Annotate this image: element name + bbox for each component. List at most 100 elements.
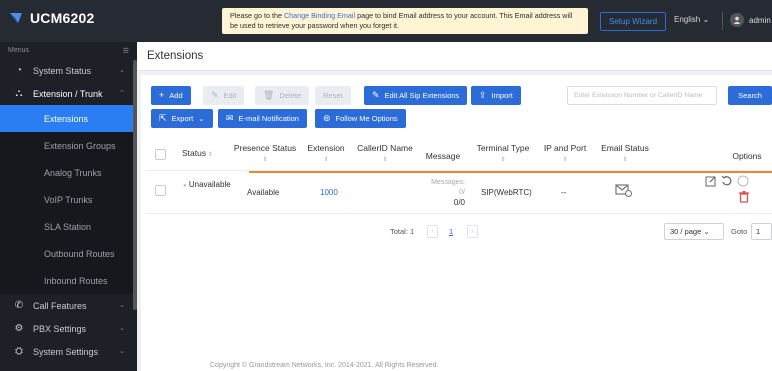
setup-wizard-button[interactable]: Setup Wizard [600, 12, 667, 31]
sort-icon: ⇕ [206, 152, 213, 158]
sidebar-subitem-inbound-routes[interactable]: Inbound Routes [0, 267, 137, 294]
add-button[interactable]: + Add [151, 86, 191, 105]
user-menu[interactable]: admin [730, 13, 771, 27]
sidebar-item-extension-trunk[interactable]: ⛬ Extension / Trunk ⌃ [0, 82, 137, 105]
total-count: Total: 1 [390, 227, 415, 236]
pagination: Total: 1 ‹ 1 › 30 / page ⌄ Goto 1 [141, 223, 772, 243]
chevron-down-icon: ⌄ [198, 114, 205, 123]
presence-status-cell: Available [247, 188, 280, 197]
edit-icon: ✎ [211, 90, 219, 100]
table-row: ● Unavailable Available 1000 Messages: 0… [145, 170, 772, 214]
column-header-terminal-type[interactable]: Terminal Type ⇕ [472, 143, 534, 166]
sidebar-subitem-sla-station[interactable]: SLA Station [0, 213, 137, 240]
export-icon: ⇱ [159, 113, 167, 123]
reset-row-icon[interactable] [721, 175, 733, 189]
column-header-ip-and-port[interactable]: IP and Port ⇕ [540, 143, 590, 166]
sort-icon: ⇕ [323, 157, 329, 163]
sidebar-item-label: Extension / Trunk [33, 88, 103, 99]
import-label: Import [491, 91, 513, 100]
export-button[interactable]: ⇱ Export ⌄ [151, 109, 213, 128]
grandstream-logo-icon [8, 10, 24, 26]
export-label: Export [171, 114, 194, 123]
column-header-status[interactable]: Status ⇕ [182, 148, 213, 161]
import-button[interactable]: ⇪ Import [471, 86, 521, 105]
dashboard-icon: ◔ [15, 65, 23, 76]
collapse-menu-icon[interactable]: ☰ [123, 47, 129, 59]
gear-icon: ⚙ [14, 323, 24, 334]
page-size-select[interactable]: 30 / page ⌄ [664, 223, 724, 240]
menus-label: Menus [8, 47, 30, 54]
column-label: Extension [307, 143, 345, 153]
next-page-icon[interactable]: › [467, 225, 478, 238]
extension-number-link[interactable]: 1000 [320, 188, 338, 197]
goto-page-input[interactable]: 1 [751, 223, 772, 240]
edit-all-sip-extensions-button[interactable]: ✎ Edit All Sip Extensions [364, 86, 468, 105]
language-label: English [674, 15, 701, 24]
terminal-type-cell: SIP(WebRTC) [481, 188, 532, 197]
follow-me-options-button[interactable]: ⊚ Follow Me Options [315, 109, 406, 128]
search-button[interactable]: Search [728, 86, 772, 105]
sidebar-subitem-voip-trunks[interactable]: VoIP Trunks [0, 186, 137, 213]
page-number-current[interactable]: 1 [449, 227, 453, 236]
email-notification-button[interactable]: ✉ E-mail Notification [218, 109, 307, 128]
column-header-email-status[interactable]: Email Status ⇕ [597, 143, 653, 166]
more-options-icon[interactable] [737, 175, 749, 189]
prev-page-icon[interactable]: ‹ [427, 225, 438, 238]
email-status-icon[interactable] [615, 183, 633, 199]
phone-icon: ✆ [14, 300, 24, 311]
table-header: Status ⇕ Presence Status ⇕ Extension ⇕ Cal… [145, 136, 772, 170]
sort-icon: ⇕ [500, 157, 506, 163]
edit-row-icon[interactable] [705, 175, 717, 189]
menus-header: Menus ☰ [0, 42, 137, 59]
language-select[interactable]: English ⌄ [674, 15, 709, 24]
notice-text-before: Please go to the [230, 11, 284, 20]
sidebar-subitem-analog-trunks[interactable]: Analog Trunks [0, 159, 137, 186]
sidebar-item-label: PBX Settings [33, 323, 87, 334]
sidebar-item-call-features[interactable]: ✆ Call Features ⌄ [0, 294, 137, 317]
search-input[interactable]: Enter Extension Number or CallerID Name [567, 86, 717, 105]
column-header-options: Options [732, 151, 762, 161]
chevron-down-icon: ⌄ [119, 67, 125, 74]
sort-icon: ⇕ [262, 157, 268, 163]
sort-icon: ⇕ [382, 157, 388, 163]
chevron-down-icon: ⌄ [119, 325, 125, 332]
follow-me-icon: ⊚ [323, 113, 331, 123]
sidebar-item-label: Call Features [33, 300, 87, 311]
message-value: 0/0 [453, 198, 465, 207]
chevron-down-icon: ⌄ [119, 348, 125, 355]
sidebar-subitem-outbound-routes[interactable]: Outbound Routes [0, 240, 137, 267]
reset-button[interactable]: Reset [315, 86, 351, 105]
user-name: admin [749, 15, 771, 25]
row-checkbox[interactable] [155, 185, 166, 196]
sidebar-subitem-extensions[interactable]: Extensions [0, 105, 137, 132]
column-label: Status [182, 148, 207, 158]
plus-icon: + [159, 90, 165, 100]
ip-and-port-cell: -- [561, 188, 567, 197]
sidebar-subitem-extension-groups[interactable]: Extension Groups [0, 132, 137, 159]
delete-button[interactable]: 🗑 Delete [255, 86, 310, 105]
mail-icon: ✉ [226, 113, 234, 123]
edit-button[interactable]: ✎ Edit [203, 86, 245, 105]
email-notification-label: E-mail Notification [238, 114, 299, 123]
column-header-extension[interactable]: Extension ⇕ [305, 143, 347, 166]
brand[interactable]: UCM6202 [8, 10, 94, 26]
column-label: Presence Status [233, 143, 297, 153]
change-binding-email-link[interactable]: Change Binding Email [284, 11, 355, 20]
column-header-callerid-name[interactable]: CallerID Name ⇕ [355, 143, 415, 166]
select-all-checkbox[interactable] [155, 149, 166, 160]
message-cell: Messages: 0/ 0/0 [425, 178, 465, 208]
chevron-up-icon: ⌃ [119, 90, 125, 97]
reset-label: Reset [323, 91, 343, 100]
import-icon: ⇪ [479, 90, 487, 100]
column-label: CallerID Name [357, 143, 413, 153]
sidebar-item-pbx-settings[interactable]: ⚙ PBX Settings ⌄ [0, 317, 137, 340]
column-label: Terminal Type [476, 143, 530, 153]
delete-row-icon[interactable] [739, 191, 749, 205]
page-header: Extensions [137, 42, 772, 71]
goto-label: Goto [731, 227, 748, 236]
column-header-presence-status[interactable]: Presence Status ⇕ [233, 143, 297, 166]
sidebar-item-system-settings[interactable]: ⛭ System Settings ⌄ [0, 340, 137, 363]
status-dot-icon: ● [183, 183, 187, 189]
sidebar-item-label: System Status [33, 65, 92, 76]
sidebar-item-system-status[interactable]: ◔ System Status ⌄ [0, 59, 137, 82]
